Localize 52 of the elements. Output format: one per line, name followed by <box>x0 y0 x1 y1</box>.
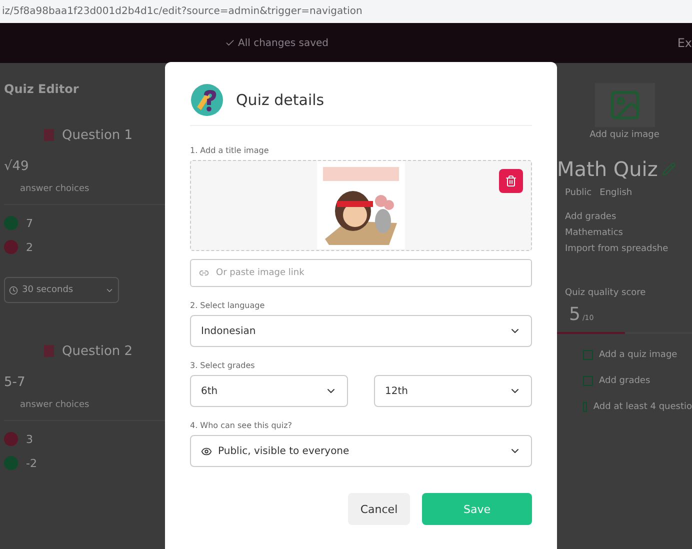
quality-score: 5 <box>568 303 580 327</box>
edit-icon[interactable] <box>662 162 676 176</box>
question-number <box>44 129 54 141</box>
delete-button[interactable] <box>499 169 523 193</box>
section-label: 4. Who can see this quiz? <box>190 421 294 430</box>
grade-to-select[interactable]: 12th <box>374 375 532 407</box>
image-drop-area[interactable] <box>190 160 532 251</box>
question-text: 5-7 <box>4 374 26 392</box>
eye-icon <box>201 446 212 456</box>
header-action[interactable]: Ex <box>677 36 692 50</box>
visibility-select[interactable]: Public, visible to everyone <box>190 435 532 467</box>
checklist-checkbox[interactable] <box>583 402 588 412</box>
checklist-checkbox[interactable] <box>583 376 593 386</box>
cancel-button[interactable]: Cancel <box>348 493 410 525</box>
image-placeholder-icon[interactable] <box>594 83 654 127</box>
quiz-title: Math Quiz <box>557 157 658 181</box>
editor-title: Quiz Editor <box>4 81 80 98</box>
check-icon <box>225 38 235 48</box>
save-status-text: All changes saved <box>238 38 329 48</box>
answer-text: 7 <box>26 216 33 230</box>
clock-icon <box>9 286 18 294</box>
question-label: Question 2 <box>62 344 133 358</box>
section-label: 2. Select language <box>190 301 266 310</box>
dialog-title: Quiz details <box>236 90 324 108</box>
checklist-checkbox[interactable] <box>583 350 593 360</box>
checklist-text: Add grades <box>599 376 650 386</box>
answer-text: -2 <box>26 456 37 470</box>
image-link-field[interactable]: Or paste image link <box>190 259 532 287</box>
section-label: 3. Select grades <box>190 361 256 370</box>
save-button[interactable]: Save <box>422 493 532 525</box>
answer-text: 3 <box>26 432 33 446</box>
address-bar[interactable]: iz/5f8a98baa1f23d001d2b4d1c/edit?source=admin&trigger=navigation <box>0 0 692 23</box>
time-select[interactable]: 30 seconds <box>4 277 119 303</box>
question-mark-logo-icon <box>190 82 224 116</box>
question-number <box>44 345 54 357</box>
quality-label: Quiz quality score <box>564 287 647 300</box>
checklist-text: Add at least 4 questio <box>593 402 692 412</box>
question-label: Question 1 <box>62 128 133 142</box>
setting-item[interactable]: Mathematics <box>557 225 692 241</box>
setting-item[interactable]: Add grades <box>557 209 692 225</box>
section-label: 1. Add a title image <box>190 146 270 155</box>
setting-item[interactable]: Import from spreadshe <box>557 241 692 257</box>
grade-from-select[interactable]: 6th <box>190 375 348 407</box>
trash-icon <box>505 175 517 187</box>
language-select[interactable]: Indonesian <box>190 315 532 347</box>
checklist-text: Add a quiz image <box>599 350 678 360</box>
quiz-meta[interactable]: English <box>592 185 632 201</box>
quiz-meta[interactable]: Public <box>557 185 592 201</box>
question-text: √49 <box>4 158 30 176</box>
link-icon <box>199 268 209 278</box>
answer-text: 2 <box>26 240 33 254</box>
add-image-link[interactable]: Add quiz image <box>557 127 692 143</box>
